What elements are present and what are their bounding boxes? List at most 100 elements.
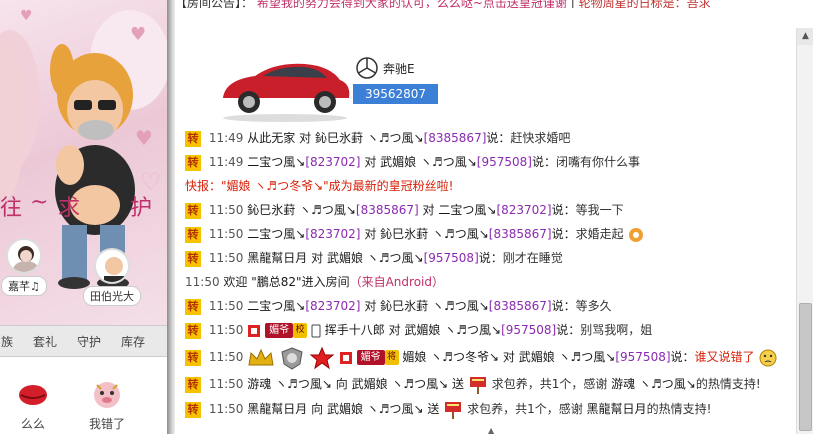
sender-name[interactable]: 游魂 ヽ♬つ風↘ [247, 377, 332, 391]
forward-badge[interactable]: 转 [185, 401, 201, 418]
chat-scrollbar[interactable]: ▲ [796, 28, 814, 434]
message-verb: 说： [531, 155, 556, 169]
target-name[interactable]: 武媚娘 ヽ♬つ風↘ [404, 323, 501, 337]
target-id[interactable]: [8385867] [489, 227, 552, 241]
target-id[interactable]: [8385867] [489, 299, 552, 313]
message-time: 11:50 [208, 323, 244, 337]
target-id[interactable]: [957508] [615, 350, 670, 364]
forward-badge[interactable]: 转 [185, 226, 201, 243]
sender-id[interactable]: [823702] [305, 227, 360, 241]
sender-id[interactable]: [823702] [305, 299, 360, 313]
notice-text[interactable]: 希望我的努力会得到大家的认可，么么哒~点击送皇冠谨谢 [257, 0, 567, 8]
sender-name[interactable]: 二宝つ風↘ [247, 227, 305, 241]
keep-me-sign-gift-icon [445, 401, 462, 419]
sender-name[interactable]: 二宝つ風↘ [247, 155, 305, 169]
forward-badge[interactable]: 转 [185, 202, 201, 219]
chat-area: 【房间公告】： 希望我的努力会得到大家的认可，么么哒~点击送皇冠谨谢 | 轮物周… [175, 0, 820, 434]
title-badge: 媚爷 [356, 350, 385, 365]
scroll-up-arrow-icon[interactable]: ▲ [797, 28, 814, 45]
forward-badge[interactable]: 转 [185, 250, 201, 267]
gift-text: 求包养，共1个，感谢 [467, 402, 583, 416]
target-name[interactable]: 武媚娘 ヽ♬つ風↘ [352, 377, 449, 391]
target-name[interactable]: 二宝つ風↘ [438, 203, 496, 217]
message-text: 等多久 [575, 299, 612, 313]
sender-id[interactable]: [8385867] [356, 203, 419, 217]
message-verb: 说： [478, 251, 503, 265]
forward-badge[interactable]: 转 [185, 376, 201, 393]
tab-gift-set[interactable]: 套礼 [30, 333, 60, 350]
message-time: 11:50 [208, 203, 244, 217]
tab-family[interactable]: 族 [0, 333, 14, 350]
svg-text:♥: ♥ [130, 24, 146, 45]
target-name[interactable]: 鈊巳氷葑 ヽ♬つ風↘ [380, 299, 489, 313]
target-name[interactable]: 武媚娘 ヽ♬つ風↘ [327, 251, 424, 265]
device-source: （来自Android） [349, 275, 444, 289]
chat-message: 转 11:50 媚爷校 挥手十八郎 对 武媚娘 ヽ♬つ風↘[957508]说：别… [185, 320, 652, 340]
gift-item[interactable]: 么么 [8, 371, 58, 432]
sender-name[interactable]: 鈊巳氷葑 ヽ♬つ風↘ [247, 203, 356, 217]
target-id[interactable]: [8385867] [424, 131, 487, 145]
sender-name[interactable]: 二宝つ風↘ [247, 299, 305, 313]
title-badge: 媚爷 [265, 323, 294, 338]
sender-name[interactable]: 黑龍幫日月 [247, 402, 307, 416]
target-id[interactable]: [957508] [477, 155, 532, 169]
tab-guard[interactable]: 守护 [74, 333, 104, 350]
thanks-text: 的热情支持! [646, 402, 712, 416]
banner-char: ~ [30, 190, 51, 215]
forward-badge[interactable]: 转 [185, 130, 201, 147]
thinking-emoticon-icon [759, 349, 777, 366]
target-name[interactable]: 鈊巳氷葑 ヽ♬つ風↘ [315, 131, 424, 145]
message-connector: 向 [311, 402, 324, 416]
chat-message: 转 11:49 从此无家 对 鈊巳氷葑 ヽ♬つ風↘[8385867]说：赶快求婚… [185, 128, 570, 148]
message-connector: 对 [422, 203, 435, 217]
fan-avatar-1[interactable]: 嘉芊♫ [0, 238, 54, 296]
target-name[interactable]: 武媚娘 ヽ♬つ風↘ [380, 155, 477, 169]
gift-label: 我错了 [88, 417, 125, 431]
scroll-thumb[interactable] [799, 303, 812, 431]
chat-message: 转 11:50 鈊巳氷葑 ヽ♬つ風↘[8385867] 对 二宝つ風↘[8237… [185, 200, 624, 220]
gift-list: 么么 我错了 [0, 357, 167, 434]
chat-message: 转 11:49 二宝つ風↘[823702] 对 武媚娘 ヽ♬つ風↘[957508… [185, 152, 640, 172]
thanks-user[interactable]: 黑龍幫日月 [587, 402, 647, 416]
sender-name[interactable]: 黑龍幫日月 [247, 251, 307, 265]
target-name[interactable]: 鈊巳氷葑 ヽ♬つ風↘ [380, 227, 489, 241]
collapse-arrow-icon[interactable]: ▲ [488, 426, 494, 434]
message-connector: 向 [335, 377, 348, 391]
sender-id[interactable]: [823702] [305, 155, 360, 169]
message-connector: 对 [502, 350, 515, 364]
target-name[interactable]: 武媚娘 ヽ♬つ風↘ [327, 402, 424, 416]
message-connector: 对 [299, 131, 312, 145]
chat-message-list: 转 11:49 从此无家 对 鈊巳氷葑 ヽ♬つ風↘[8385867]说：赶快求婚… [185, 12, 795, 434]
forward-badge[interactable]: 转 [185, 154, 201, 171]
welcome-user[interactable]: "鵬总82" [251, 275, 301, 289]
target-name[interactable]: 武媚娘 ヽ♬つ風↘ [519, 350, 616, 364]
fan-avatar-2[interactable]: 田伯光大 [82, 248, 142, 306]
sender-name[interactable]: 媚娘 ヽ♬つ冬爷↘ [402, 350, 499, 364]
forward-badge[interactable]: 转 [185, 298, 201, 315]
flash-news-text: "媚娘 ヽ♬つ冬爷↘"成为最新的皇冠粉丝啦! [221, 179, 454, 193]
chat-message: 转 11:50 二宝つ風↘[823702] 对 鈊巳氷葑 ヽ♬つ風↘[83858… [185, 296, 612, 316]
target-id[interactable]: [823702] [496, 203, 551, 217]
phone-icon [311, 324, 321, 337]
anchor-stage: ♥ ♥ ♥ ♡ 往 ~ 求 护 嘉芊♫ 田伯光大 [0, 0, 167, 325]
target-id[interactable]: [957508] [424, 251, 479, 265]
target-id[interactable]: [957508] [501, 323, 556, 337]
chat-message: 转 11:50 二宝つ風↘[823702] 对 鈊巳氷葑 ヽ♬つ風↘[83858… [185, 224, 645, 244]
forward-badge[interactable]: 转 [185, 349, 201, 366]
forward-badge[interactable]: 转 [185, 322, 201, 339]
message-text: 刚才在睡觉 [502, 251, 563, 265]
tab-inventory[interactable]: 库存 [118, 333, 148, 350]
gift-item[interactable]: 我错了 [82, 371, 132, 432]
message-text: 谁又说错了 [694, 350, 755, 364]
crown-icon [248, 348, 274, 365]
panel-divider[interactable] [167, 0, 175, 434]
sender-name[interactable]: 从此无家 [247, 131, 295, 145]
chat-message: 转 11:50 黑龍幫日月 对 武媚娘 ヽ♬つ風↘[957508]说：刚才在睡觉 [185, 248, 563, 268]
sender-name[interactable]: 挥手十八郎 [325, 323, 385, 337]
message-connector: 对 [364, 155, 377, 169]
message-time: 11:50 [208, 251, 244, 265]
thanks-user[interactable]: 游魂 ヽ♬つ風↘ [611, 377, 696, 391]
banner-char: 护 [130, 196, 155, 221]
message-time: 11:49 [208, 131, 244, 145]
avatar-name: 田伯光大 [83, 286, 141, 306]
